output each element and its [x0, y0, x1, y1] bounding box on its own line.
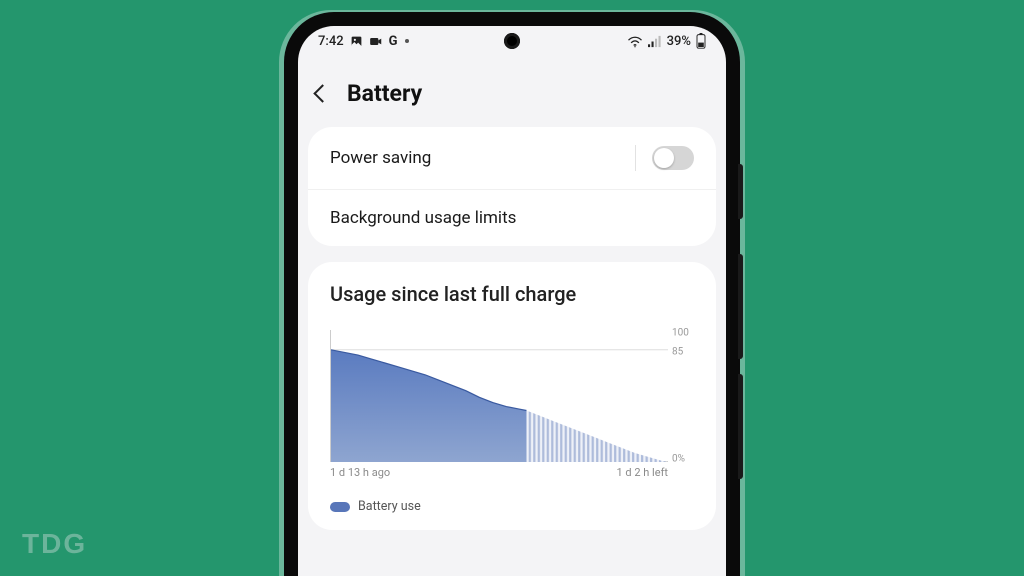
- chart-x-axis: 1 d 13 h ago 1 d 2 h left: [330, 466, 694, 479]
- battery-chart[interactable]: 100 85 0% 1 d 13 h ago 1 d 2 h left: [308, 316, 716, 485]
- x-start-label: 1 d 13 h ago: [330, 466, 390, 479]
- google-icon: G: [389, 34, 398, 49]
- power-saving-row[interactable]: Power saving: [308, 127, 716, 189]
- chart-legend: Battery use: [308, 485, 716, 514]
- battery-icon: [696, 33, 706, 49]
- usage-title: Usage since last full charge: [308, 262, 716, 316]
- gallery-icon: [350, 35, 363, 48]
- x-end-label: 1 d 2 h left: [617, 466, 668, 479]
- y-tick-current: 85: [672, 347, 683, 358]
- phone-screen: 7:42 G 39% Battery Power saving: [298, 26, 726, 576]
- power-saving-label: Power saving: [330, 148, 431, 168]
- signal-icon: [648, 35, 662, 48]
- usage-card: Usage since last full charge 100 85 0% 1…: [308, 262, 716, 530]
- settings-card: Power saving Background usage limits: [308, 127, 716, 246]
- chart-y-axis: 100 85 0%: [668, 330, 694, 462]
- video-icon: [369, 35, 383, 48]
- back-button[interactable]: [313, 84, 331, 102]
- power-saving-toggle[interactable]: [652, 146, 694, 170]
- volume-down-button: [738, 374, 743, 479]
- legend-swatch-battery: [330, 502, 350, 512]
- more-notifications-dot: [405, 39, 409, 43]
- legend-label-battery: Battery use: [358, 499, 421, 514]
- background-usage-limits-label: Background usage limits: [330, 208, 516, 228]
- phone-frame: 7:42 G 39% Battery Power saving: [286, 14, 738, 576]
- watermark-logo: TDG: [22, 528, 87, 560]
- divider: [635, 145, 636, 171]
- y-tick-top: 100: [672, 327, 689, 338]
- y-tick-bottom: 0%: [672, 454, 685, 465]
- status-time: 7:42: [318, 34, 344, 49]
- wifi-icon: [627, 35, 643, 48]
- page-title: Battery: [347, 80, 422, 107]
- page-header: Battery: [298, 56, 726, 127]
- front-camera: [504, 33, 520, 49]
- volume-up-button: [738, 254, 743, 359]
- side-button: [738, 164, 743, 219]
- background-usage-limits-row[interactable]: Background usage limits: [308, 189, 716, 246]
- status-battery-pct: 39%: [667, 34, 691, 49]
